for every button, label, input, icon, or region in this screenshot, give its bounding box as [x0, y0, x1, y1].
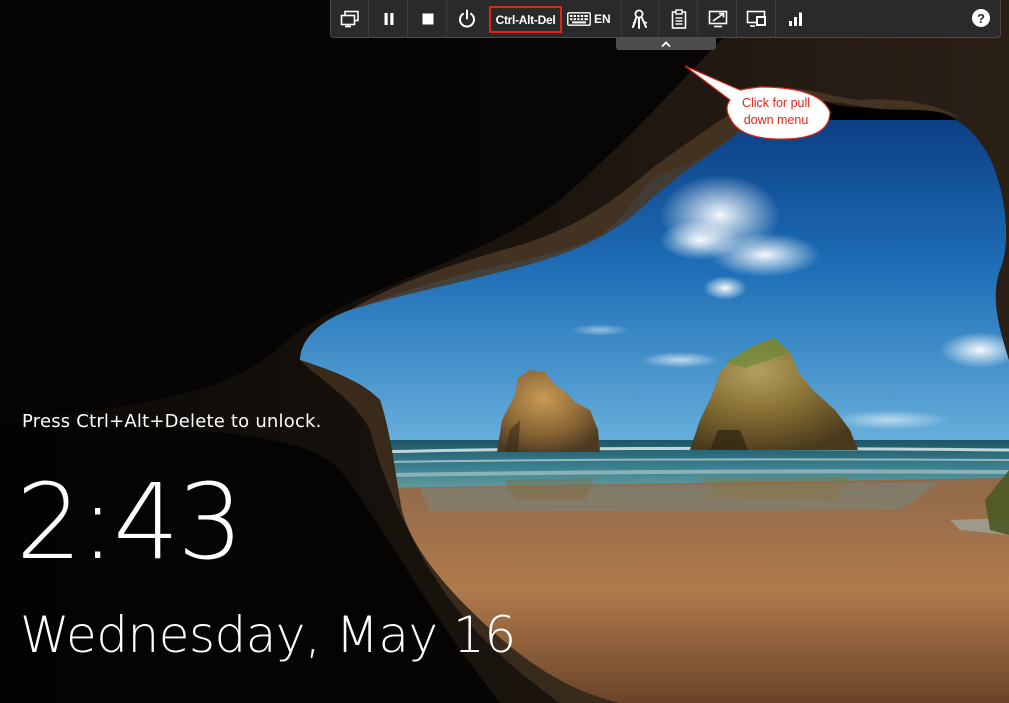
power-icon [459, 9, 475, 27]
stop-icon [422, 13, 433, 24]
screens-icon [746, 10, 766, 27]
signal-button[interactable] [777, 0, 815, 37]
resize-button[interactable] [699, 0, 737, 37]
resize-icon [708, 10, 727, 27]
ctrl-alt-del-button[interactable]: Ctrl-Alt-Del [489, 6, 562, 33]
keyboard-icon [567, 11, 591, 26]
lock-screen: Press Ctrl+Alt+Delete to unlock. 2:43 We… [0, 0, 1009, 703]
clock-time: 2:43 [16, 461, 244, 583]
clipboard-icon [671, 8, 686, 29]
keys-button[interactable] [621, 0, 659, 37]
unlock-hint: Press Ctrl+Alt+Delete to unlock. [22, 411, 322, 432]
keyboard-language-label: EN [594, 11, 611, 26]
pause-icon [384, 12, 393, 25]
keys-icon [632, 9, 648, 29]
annotation-line-1: Click for pull [741, 96, 811, 110]
display-icon [340, 10, 359, 27]
power-button[interactable] [448, 0, 486, 37]
chevron-up-icon [661, 40, 671, 47]
help-button[interactable]: ? [972, 9, 990, 27]
remote-console-toolbar: Ctrl-Alt-Del EN ? [330, 0, 1001, 38]
pause-button[interactable] [370, 0, 408, 37]
annotation-text: Click for pull down menu [730, 95, 822, 129]
pull-down-tab[interactable] [616, 37, 716, 50]
signal-icon [789, 12, 802, 26]
screens-button[interactable] [738, 0, 776, 37]
display-button[interactable] [331, 0, 369, 37]
lock-screen-wallpaper [0, 0, 1009, 703]
clipboard-button[interactable] [660, 0, 698, 37]
keyboard-language-button[interactable]: EN [567, 0, 615, 37]
stop-button[interactable] [409, 0, 447, 37]
clock-date: Wednesday, May 16 [20, 606, 516, 664]
annotation-line-2: down menu [743, 113, 809, 127]
